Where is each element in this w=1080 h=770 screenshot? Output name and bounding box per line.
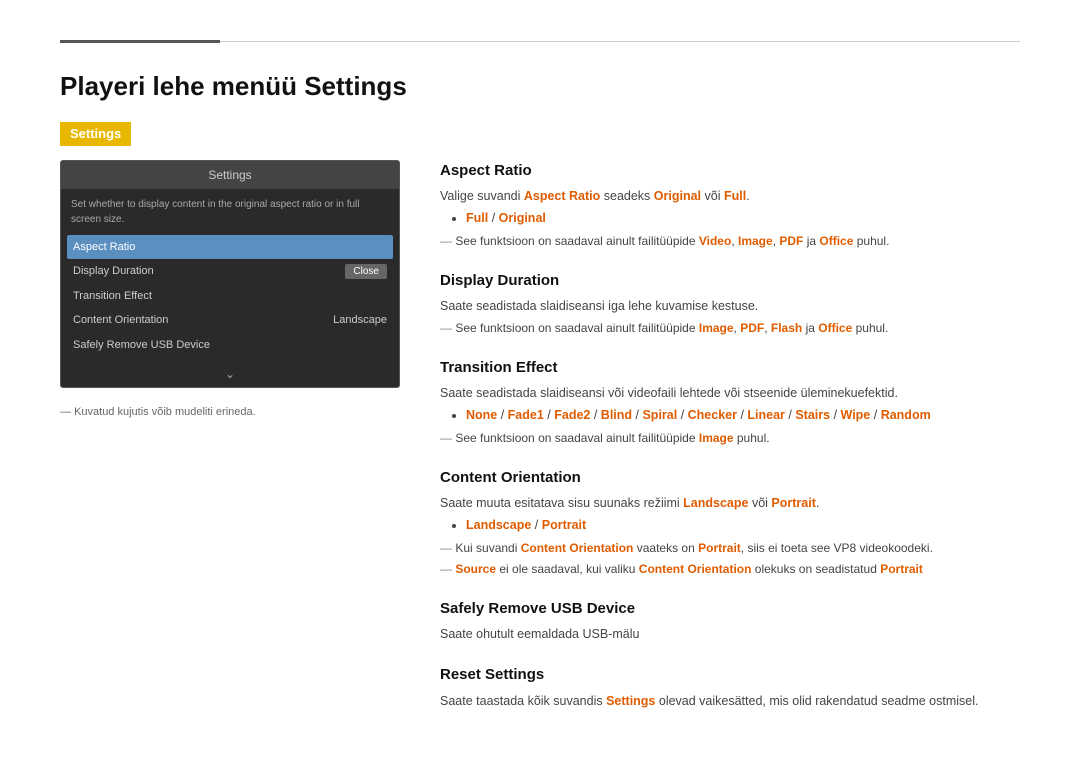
co-note1-h2: Portrait	[698, 541, 741, 555]
co-landscape: Landscape	[683, 496, 748, 510]
note-image: Image	[738, 234, 773, 248]
right-panel: Aspect Ratio Valige suvandi Aspect Ratio…	[440, 160, 1020, 731]
content-layout: Settings Set whether to display content …	[60, 160, 1020, 731]
top-divider	[60, 40, 1020, 43]
settings-item-transition-effect[interactable]: Transition Effect	[67, 284, 393, 309]
co-note2-source: Source	[455, 562, 496, 576]
aspect-ratio-description: Valige suvandi Aspect Ratio seadeks Orig…	[440, 187, 1020, 206]
section-title-content-orientation: Content Orientation	[440, 467, 1020, 490]
section-transition-effect: Transition Effect Saate seadistada slaid…	[440, 357, 1020, 447]
settings-item-label: Content Orientation	[73, 312, 168, 329]
section-display-duration: Display Duration Saate seadistada slaidi…	[440, 270, 1020, 337]
settings-badge: Settings	[60, 122, 131, 146]
note-pdf2: PDF	[740, 321, 764, 335]
highlight-original: Original	[654, 189, 701, 203]
left-panel: Settings Set whether to display content …	[60, 160, 400, 731]
left-panel-footnote: Kuvatud kujutis võib mudeliti erineda.	[60, 404, 400, 421]
transition-effect-note: See funktsioon on saadaval ainult failit…	[440, 429, 1020, 447]
co-note2-portrait: Portrait	[880, 562, 923, 576]
divider-right	[220, 41, 1020, 42]
aspect-ratio-note: See funktsioon on saadaval ainult failit…	[440, 232, 1020, 250]
bullet-full: Full	[466, 211, 488, 225]
settings-item-label: Transition Effect	[73, 288, 152, 305]
settings-ui-title: Settings	[61, 161, 399, 189]
note-image3: Image	[699, 431, 734, 445]
settings-ui-description: Set whether to display content in the or…	[61, 189, 399, 231]
bullet-original: Original	[499, 211, 546, 225]
display-duration-description: Saate seadistada slaidiseansi iga lehe k…	[440, 297, 1020, 316]
page-title: Playeri lehe menüü Settings	[60, 67, 1020, 106]
safely-remove-description: Saate ohutult eemaldada USB-mälu	[440, 625, 1020, 644]
settings-ui-mockup: Settings Set whether to display content …	[60, 160, 400, 389]
divider-left	[60, 40, 220, 43]
chevron-down-icon: ⌄	[61, 361, 399, 387]
transition-effect-description: Saate seadistada slaidiseansi või videof…	[440, 384, 1020, 403]
settings-item-value: Landscape	[333, 312, 387, 329]
section-title-safely-remove: Safely Remove USB Device	[440, 598, 1020, 621]
settings-item-label: Aspect Ratio	[73, 239, 135, 256]
rs-settings: Settings	[606, 694, 655, 708]
highlight-full: Full	[724, 189, 746, 203]
settings-ui-list: Aspect Ratio Display Duration Close Tran…	[61, 231, 399, 362]
te-linear: Linear	[747, 408, 785, 422]
co-portrait: Portrait	[771, 496, 815, 510]
highlight-aspect-ratio: Aspect Ratio	[524, 189, 600, 203]
section-safely-remove: Safely Remove USB Device Saate ohutult e…	[440, 598, 1020, 644]
note-video: Video	[699, 234, 731, 248]
settings-item-display-duration[interactable]: Display Duration Close	[67, 259, 393, 284]
note-pdf: PDF	[779, 234, 803, 248]
te-spiral: Spiral	[642, 408, 677, 422]
content-orientation-description: Saate muuta esitatava sisu suunaks režii…	[440, 494, 1020, 513]
co-bullet-landscape: Landscape	[466, 518, 531, 532]
te-checker: Checker	[688, 408, 737, 422]
section-content-orientation: Content Orientation Saate muuta esitatav…	[440, 467, 1020, 578]
te-random: Random	[881, 408, 931, 422]
te-blind: Blind	[601, 408, 632, 422]
note-flash: Flash	[771, 321, 802, 335]
section-reset-settings: Reset Settings Saate taastada kõik suvan…	[440, 664, 1020, 710]
settings-item-content-orientation[interactable]: Content Orientation Landscape	[67, 308, 393, 333]
note-image2: Image	[699, 321, 734, 335]
settings-item-aspect-ratio[interactable]: Aspect Ratio	[67, 235, 393, 260]
te-none: None	[466, 408, 497, 422]
settings-item-label: Display Duration	[73, 263, 154, 280]
aspect-ratio-bullet: Full / Original	[466, 209, 1020, 228]
te-fade2: Fade2	[554, 408, 590, 422]
section-title-transition-effect: Transition Effect	[440, 357, 1020, 380]
co-note1-h1: Content Orientation	[521, 541, 634, 555]
section-aspect-ratio: Aspect Ratio Valige suvandi Aspect Ratio…	[440, 160, 1020, 250]
note-office2: Office	[818, 321, 852, 335]
co-bullet-portrait: Portrait	[542, 518, 586, 532]
te-stairs: Stairs	[795, 408, 830, 422]
co-note2-h: Content Orientation	[639, 562, 752, 576]
transition-effect-bullet: None / Fade1 / Fade2 / Blind / Spiral / …	[466, 406, 1020, 425]
section-title-aspect-ratio: Aspect Ratio	[440, 160, 1020, 183]
note-office: Office	[819, 234, 853, 248]
content-orientation-note1: Kui suvandi Content Orientation vaateks …	[440, 539, 1020, 557]
settings-item-safely-remove[interactable]: Safely Remove USB Device	[67, 333, 393, 358]
content-orientation-note2: Source ei ole saadaval, kui valiku Conte…	[440, 560, 1020, 578]
content-orientation-bullet: Landscape / Portrait	[466, 516, 1020, 535]
te-fade1: Fade1	[508, 408, 544, 422]
display-duration-note: See funktsioon on saadaval ainult failit…	[440, 319, 1020, 337]
settings-item-label: Safely Remove USB Device	[73, 337, 210, 354]
reset-settings-description: Saate taastada kõik suvandis Settings ol…	[440, 692, 1020, 711]
te-wipe: Wipe	[841, 408, 871, 422]
close-button[interactable]: Close	[345, 264, 387, 279]
section-title-reset-settings: Reset Settings	[440, 664, 1020, 687]
section-title-display-duration: Display Duration	[440, 270, 1020, 293]
